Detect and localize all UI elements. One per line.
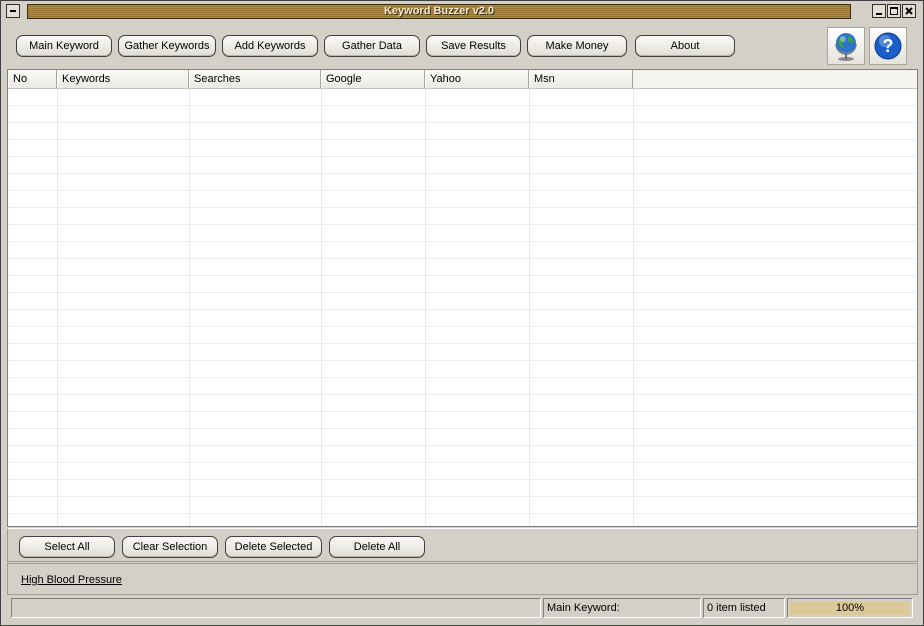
title-bar[interactable]: Keyword Buzzer v2.0 <box>3 3 919 21</box>
status-item-count: 0 item listed <box>703 598 785 618</box>
status-message <box>11 598 541 618</box>
toolbar: Main Keyword Gather Keywords Add Keyword… <box>5 25 919 67</box>
status-bar: Main Keyword: 0 item listed 100% <box>9 598 917 619</box>
keywords-table[interactable]: No Keywords Searches Google Yahoo Msn <box>7 69 918 527</box>
column-divider <box>633 89 634 526</box>
maximize-button[interactable] <box>887 4 901 18</box>
title-grip[interactable]: Keyword Buzzer v2.0 <box>27 4 851 19</box>
maximize-icon <box>890 7 898 15</box>
clear-selection-button[interactable]: Clear Selection <box>122 536 218 558</box>
column-divider <box>321 89 322 526</box>
selection-actions-panel: Select All Clear Selection Delete Select… <box>7 528 918 562</box>
column-header-no[interactable]: No <box>8 70 57 88</box>
footer-link[interactable]: High Blood Pressure <box>21 574 122 586</box>
delete-all-button[interactable]: Delete All <box>329 536 425 558</box>
close-button[interactable] <box>902 4 916 18</box>
column-divider <box>529 89 530 526</box>
main-keyword-button[interactable]: Main Keyword <box>16 35 112 57</box>
delete-selected-button[interactable]: Delete Selected <box>225 536 322 558</box>
gather-data-button[interactable]: Gather Data <box>324 35 420 57</box>
system-menu-button[interactable] <box>6 4 20 18</box>
system-menu-icon <box>10 10 16 12</box>
web-button[interactable] <box>827 27 865 65</box>
window-title: Keyword Buzzer v2.0 <box>383 5 495 17</box>
make-money-button[interactable]: Make Money <box>527 35 627 57</box>
main-window: Keyword Buzzer v2.0 Main Keyword Gather … <box>0 0 924 626</box>
gather-keywords-button[interactable]: Gather Keywords <box>118 35 216 57</box>
column-header-google[interactable]: Google <box>321 70 425 88</box>
link-panel: High Blood Pressure <box>7 563 918 595</box>
minimize-button[interactable] <box>872 4 886 18</box>
minimize-icon <box>876 13 882 15</box>
column-header-yahoo[interactable]: Yahoo <box>425 70 529 88</box>
status-main-keyword: Main Keyword: <box>543 598 701 618</box>
svg-text:?: ? <box>883 36 894 56</box>
table-header: No Keywords Searches Google Yahoo Msn <box>8 70 917 89</box>
progress-text: 100% <box>835 602 865 614</box>
column-divider <box>57 89 58 526</box>
save-results-button[interactable]: Save Results <box>426 35 521 57</box>
table-body[interactable] <box>8 89 917 526</box>
close-icon <box>905 7 913 15</box>
add-keywords-button[interactable]: Add Keywords <box>222 35 318 57</box>
about-button[interactable]: About <box>635 35 735 57</box>
progress-bar: 100% <box>787 598 913 618</box>
globe-icon <box>835 33 857 61</box>
column-header-searches[interactable]: Searches <box>189 70 321 88</box>
column-header-msn[interactable]: Msn <box>529 70 633 88</box>
column-divider <box>425 89 426 526</box>
column-header-keywords[interactable]: Keywords <box>57 70 189 88</box>
column-divider <box>189 89 190 526</box>
help-button[interactable]: ? <box>869 27 907 65</box>
select-all-button[interactable]: Select All <box>19 536 115 558</box>
help-icon: ? <box>874 32 902 60</box>
